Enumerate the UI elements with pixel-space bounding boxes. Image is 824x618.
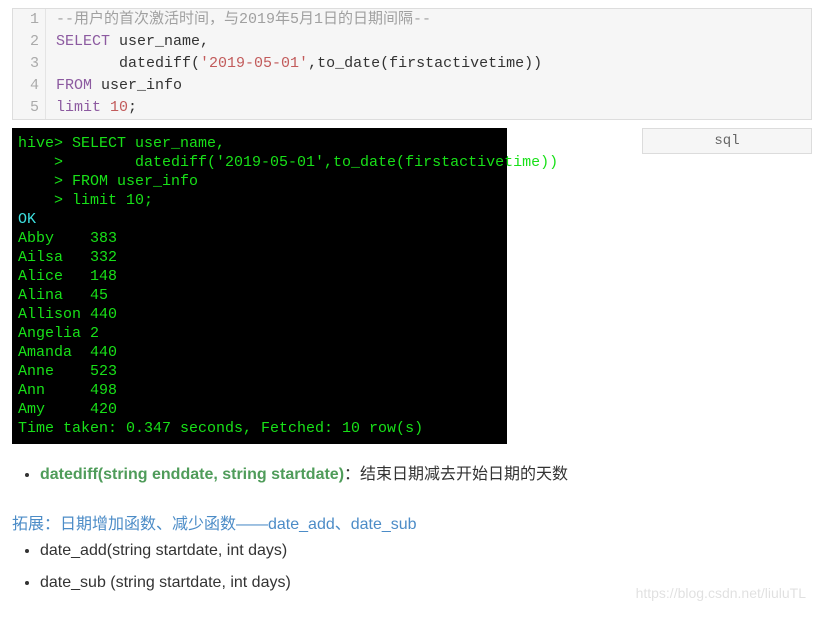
code-content[interactable]: FROM user_info [46,75,182,97]
code-line[interactable]: 2SELECT user_name, [13,31,811,53]
explain-list: datediff(string enddate, string startdat… [12,460,812,484]
datediff-signature: datediff(string enddate, string startdat… [40,466,344,483]
code-line[interactable]: 1--用户的首次激活时间，与2019年5月1日的日期间隔-- [13,9,811,31]
code-line[interactable]: 4FROM user_info [13,75,811,97]
line-number: 4 [13,75,46,97]
line-number: 5 [13,97,46,119]
code-line[interactable]: 3 datediff('2019-05-01',to_date(firstact… [13,53,811,75]
date-sub-signature: date_sub (string startdate, int days) [40,574,812,592]
expand-list: date_add(string startdate, int days) dat… [12,542,812,592]
hive-terminal-output: hive> SELECT user_name, > datediff('2019… [12,128,507,444]
line-number: 3 [13,53,46,75]
datediff-explain-item: datediff(string enddate, string startdat… [40,460,812,484]
date-add-signature: date_add(string startdate, int days) [40,542,812,560]
language-badge-sql: sql [642,128,812,154]
code-content[interactable]: SELECT user_name, [46,31,209,53]
code-line[interactable]: 5limit 10; [13,97,811,119]
code-content[interactable]: --用户的首次激活时间，与2019年5月1日的日期间隔-- [46,9,431,31]
line-number: 2 [13,31,46,53]
sql-code-editor[interactable]: 1--用户的首次激活时间，与2019年5月1日的日期间隔--2SELECT us… [12,8,812,120]
code-content[interactable]: datediff('2019-05-01',to_date(firstactiv… [46,53,542,75]
expand-title: 拓展：日期增加函数、减少函数——date_add、date_sub [12,510,812,534]
datediff-explain-text: ：结束日期减去开始日期的天数 [344,466,568,483]
line-number: 1 [13,9,46,31]
code-content[interactable]: limit 10; [46,97,137,119]
